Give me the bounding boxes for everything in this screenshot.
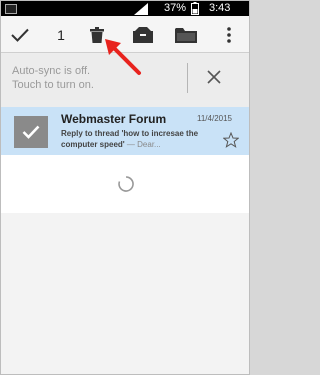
folder-icon: [175, 27, 197, 43]
conversation-item[interactable]: Webmaster Forum 11/4/2015 Reply to threa…: [1, 107, 249, 155]
phone-screen: 37% 3:43 PM 1: [0, 0, 250, 375]
selected-avatar-checkbox[interactable]: [14, 116, 48, 148]
auto-sync-line1: Auto-sync is off.: [12, 65, 91, 77]
battery-icon: [191, 2, 199, 15]
message-snippet: Reply to thread 'how to incresae the com…: [61, 128, 221, 150]
done-checkmark-button[interactable]: [9, 16, 31, 53]
signal-icon: [134, 2, 148, 15]
overflow-menu-icon: [227, 26, 231, 43]
star-button[interactable]: [222, 131, 240, 148]
dismiss-banner-button[interactable]: [205, 68, 223, 86]
red-arrow-annotation: [105, 39, 141, 75]
star-outline-icon: [222, 131, 240, 148]
auto-sync-message: Auto-sync is off. Touch to turn on.: [12, 64, 172, 92]
banner-divider: [187, 63, 188, 93]
message-preview: — Dear...: [124, 140, 161, 149]
conversation-list-area: [1, 155, 249, 374]
notification-square-icon: [5, 2, 17, 15]
message-date: 11/4/2015: [197, 114, 232, 123]
close-icon: [207, 70, 221, 84]
status-bar: 37% 3:43 PM: [1, 1, 249, 27]
battery-percent: 37%: [164, 2, 187, 14]
selected-count: 1: [57, 26, 65, 43]
checkmark-icon: [11, 28, 29, 42]
loading-footer: [1, 155, 249, 213]
sender-name: Webmaster Forum: [61, 112, 167, 126]
checkmark-icon: [22, 125, 40, 139]
auto-sync-line2: Touch to turn on.: [12, 79, 94, 91]
move-to-folder-button[interactable]: [173, 16, 199, 53]
loading-spinner-icon: [118, 176, 134, 192]
overflow-menu-button[interactable]: [221, 16, 237, 53]
